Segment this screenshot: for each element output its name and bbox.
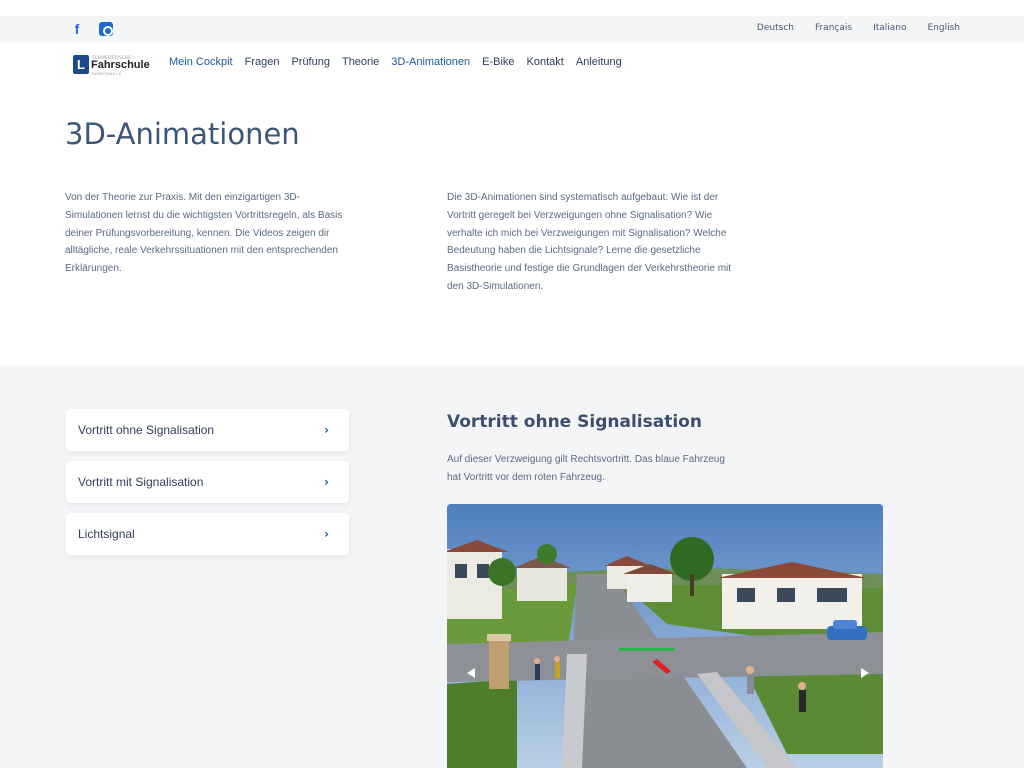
- intro-text-left: Von der Theorie zur Praxis. Mit den einz…: [65, 192, 343, 275]
- topic-card-vortritt-mit-signalisation[interactable]: Vortritt mit Signalisation ›: [66, 461, 349, 503]
- section-title: Vortritt ohne Signalisation: [447, 412, 702, 432]
- logo[interactable]: L SCHWEIZERISCHE Fahrschule FAHRSCHULE.C…: [73, 54, 150, 76]
- nav-item-pruefung[interactable]: Prüfung: [291, 56, 330, 68]
- logo-mark: L: [73, 55, 89, 74]
- chevron-right-icon: ›: [324, 423, 329, 437]
- lang-deutsch[interactable]: Deutsch: [757, 23, 794, 33]
- chevron-right-icon: ›: [324, 475, 329, 489]
- logo-text: Fahrschule: [91, 59, 150, 71]
- lang-francais[interactable]: Français: [815, 23, 852, 33]
- nav-item-kontakt[interactable]: Kontakt: [527, 56, 564, 68]
- nav-item-fragen[interactable]: Fragen: [245, 56, 280, 68]
- topic-card-lichtsignal[interactable]: Lichtsignal ›: [66, 513, 349, 555]
- logo-sub-text: FAHRSCHULE.CH: [92, 72, 122, 76]
- lang-english[interactable]: English: [928, 23, 961, 33]
- page-title: 3D-Animationen: [65, 117, 300, 151]
- animation-video[interactable]: [447, 504, 883, 768]
- language-switcher: Deutsch Français Italiano English: [757, 23, 960, 33]
- nav-item-mein-cockpit[interactable]: Mein Cockpit: [169, 56, 233, 68]
- chevron-right-icon: ›: [324, 527, 329, 541]
- nav-item-theorie[interactable]: Theorie: [342, 56, 379, 68]
- nav-menu: Mein Cockpit Fragen Prüfung Theorie 3D-A…: [169, 56, 622, 68]
- topic-label: Lichtsignal: [78, 527, 135, 541]
- topic-label: Vortritt mit Signalisation: [78, 475, 204, 489]
- main-navigation: L SCHWEIZERISCHE Fahrschule FAHRSCHULE.C…: [0, 43, 1024, 85]
- instagram-icon[interactable]: [98, 21, 114, 37]
- facebook-icon[interactable]: f: [69, 21, 85, 37]
- intro-text-right: Die 3D-Animationen sind systematisch auf…: [447, 192, 732, 292]
- top-utility-bar: f Deutsch Français Italiano English: [0, 16, 1024, 43]
- video-scene: [447, 504, 883, 768]
- nav-item-e-bike[interactable]: E-Bike: [482, 56, 514, 68]
- nav-item-3d-animationen[interactable]: 3D-Animationen: [391, 56, 470, 68]
- section-description: Auf dieser Verzweigung gilt Rechtsvortri…: [447, 454, 725, 483]
- topic-card-vortritt-ohne-signalisation[interactable]: Vortritt ohne Signalisation ›: [66, 409, 349, 451]
- topic-label: Vortritt ohne Signalisation: [78, 423, 215, 437]
- nav-item-anleitung[interactable]: Anleitung: [576, 56, 622, 68]
- lang-italiano[interactable]: Italiano: [873, 23, 906, 33]
